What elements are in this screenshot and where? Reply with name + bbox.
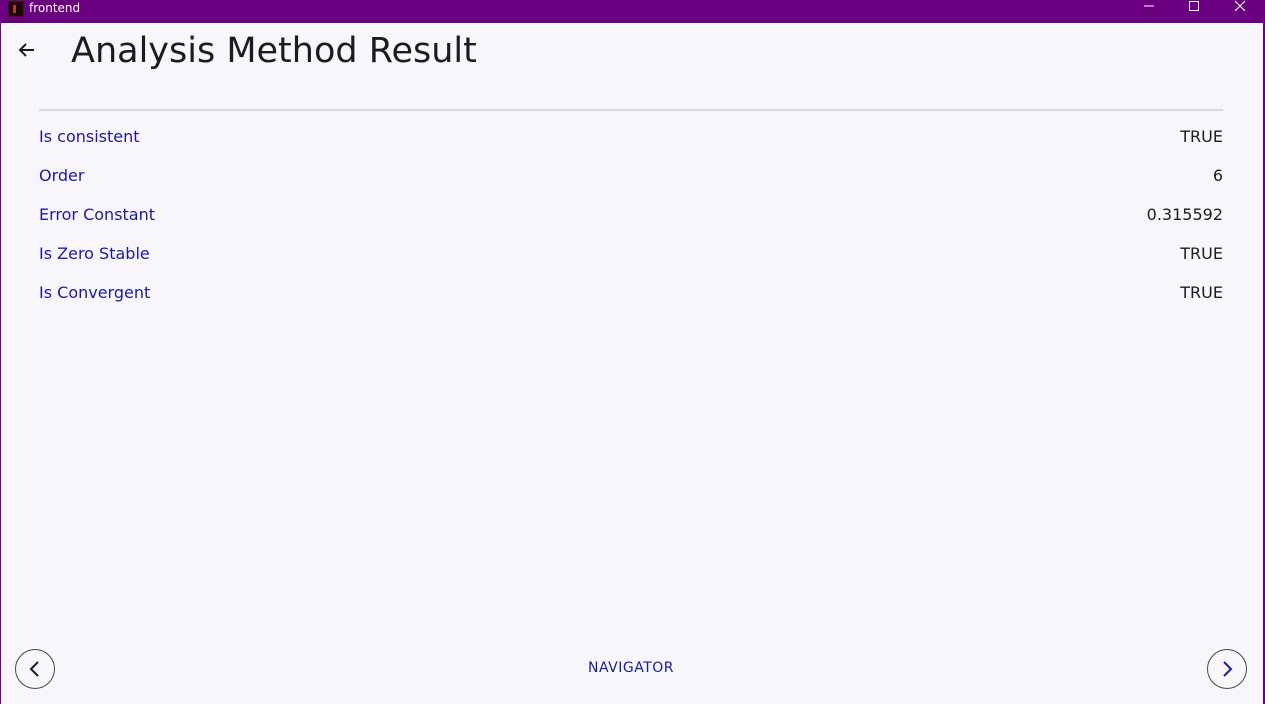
app-window: frontend Analysis Method Result Is consi… [0, 0, 1265, 704]
result-row-is-convergent: Is Convergent TRUE [39, 275, 1223, 314]
arrow-left-icon [18, 43, 34, 57]
result-label: Is Convergent [39, 283, 151, 302]
close-icon [1234, 0, 1246, 12]
results-list: Is consistent TRUE Order 6 Error Constan… [39, 119, 1223, 314]
result-label: Order [39, 166, 85, 185]
result-label: Error Constant [39, 205, 156, 224]
result-value: TRUE [1180, 283, 1223, 302]
maximize-icon [1189, 1, 1199, 11]
app-icon [8, 1, 24, 17]
result-value: 0.315592 [1146, 205, 1223, 224]
result-row-is-consistent: Is consistent TRUE [39, 119, 1223, 158]
title-bar: frontend [0, 0, 1265, 23]
minimize-button[interactable] [1126, 0, 1172, 16]
result-value: 6 [1212, 166, 1223, 185]
main-content: Analysis Method Result Is consistent TRU… [1, 23, 1263, 704]
result-row-error-constant: Error Constant 0.315592 [39, 197, 1223, 236]
back-button[interactable] [13, 36, 41, 64]
window-title: frontend [29, 1, 81, 15]
page-title: Analysis Method Result [71, 31, 477, 71]
navigator-label: NAVIGATOR [588, 660, 674, 676]
chevron-right-icon [1223, 661, 1233, 677]
next-button[interactable] [1207, 649, 1247, 689]
result-label: Is Zero Stable [39, 244, 150, 263]
result-label: Is consistent [39, 127, 140, 146]
close-button[interactable] [1217, 0, 1263, 16]
result-value: TRUE [1180, 127, 1223, 146]
minimize-icon [1144, 5, 1154, 7]
result-row-is-zero-stable: Is Zero Stable TRUE [39, 236, 1223, 275]
previous-button[interactable] [15, 649, 55, 689]
divider [39, 109, 1223, 111]
chevron-left-icon [29, 661, 39, 677]
result-value: TRUE [1180, 244, 1223, 263]
maximize-button[interactable] [1171, 0, 1217, 16]
result-row-order: Order 6 [39, 158, 1223, 197]
